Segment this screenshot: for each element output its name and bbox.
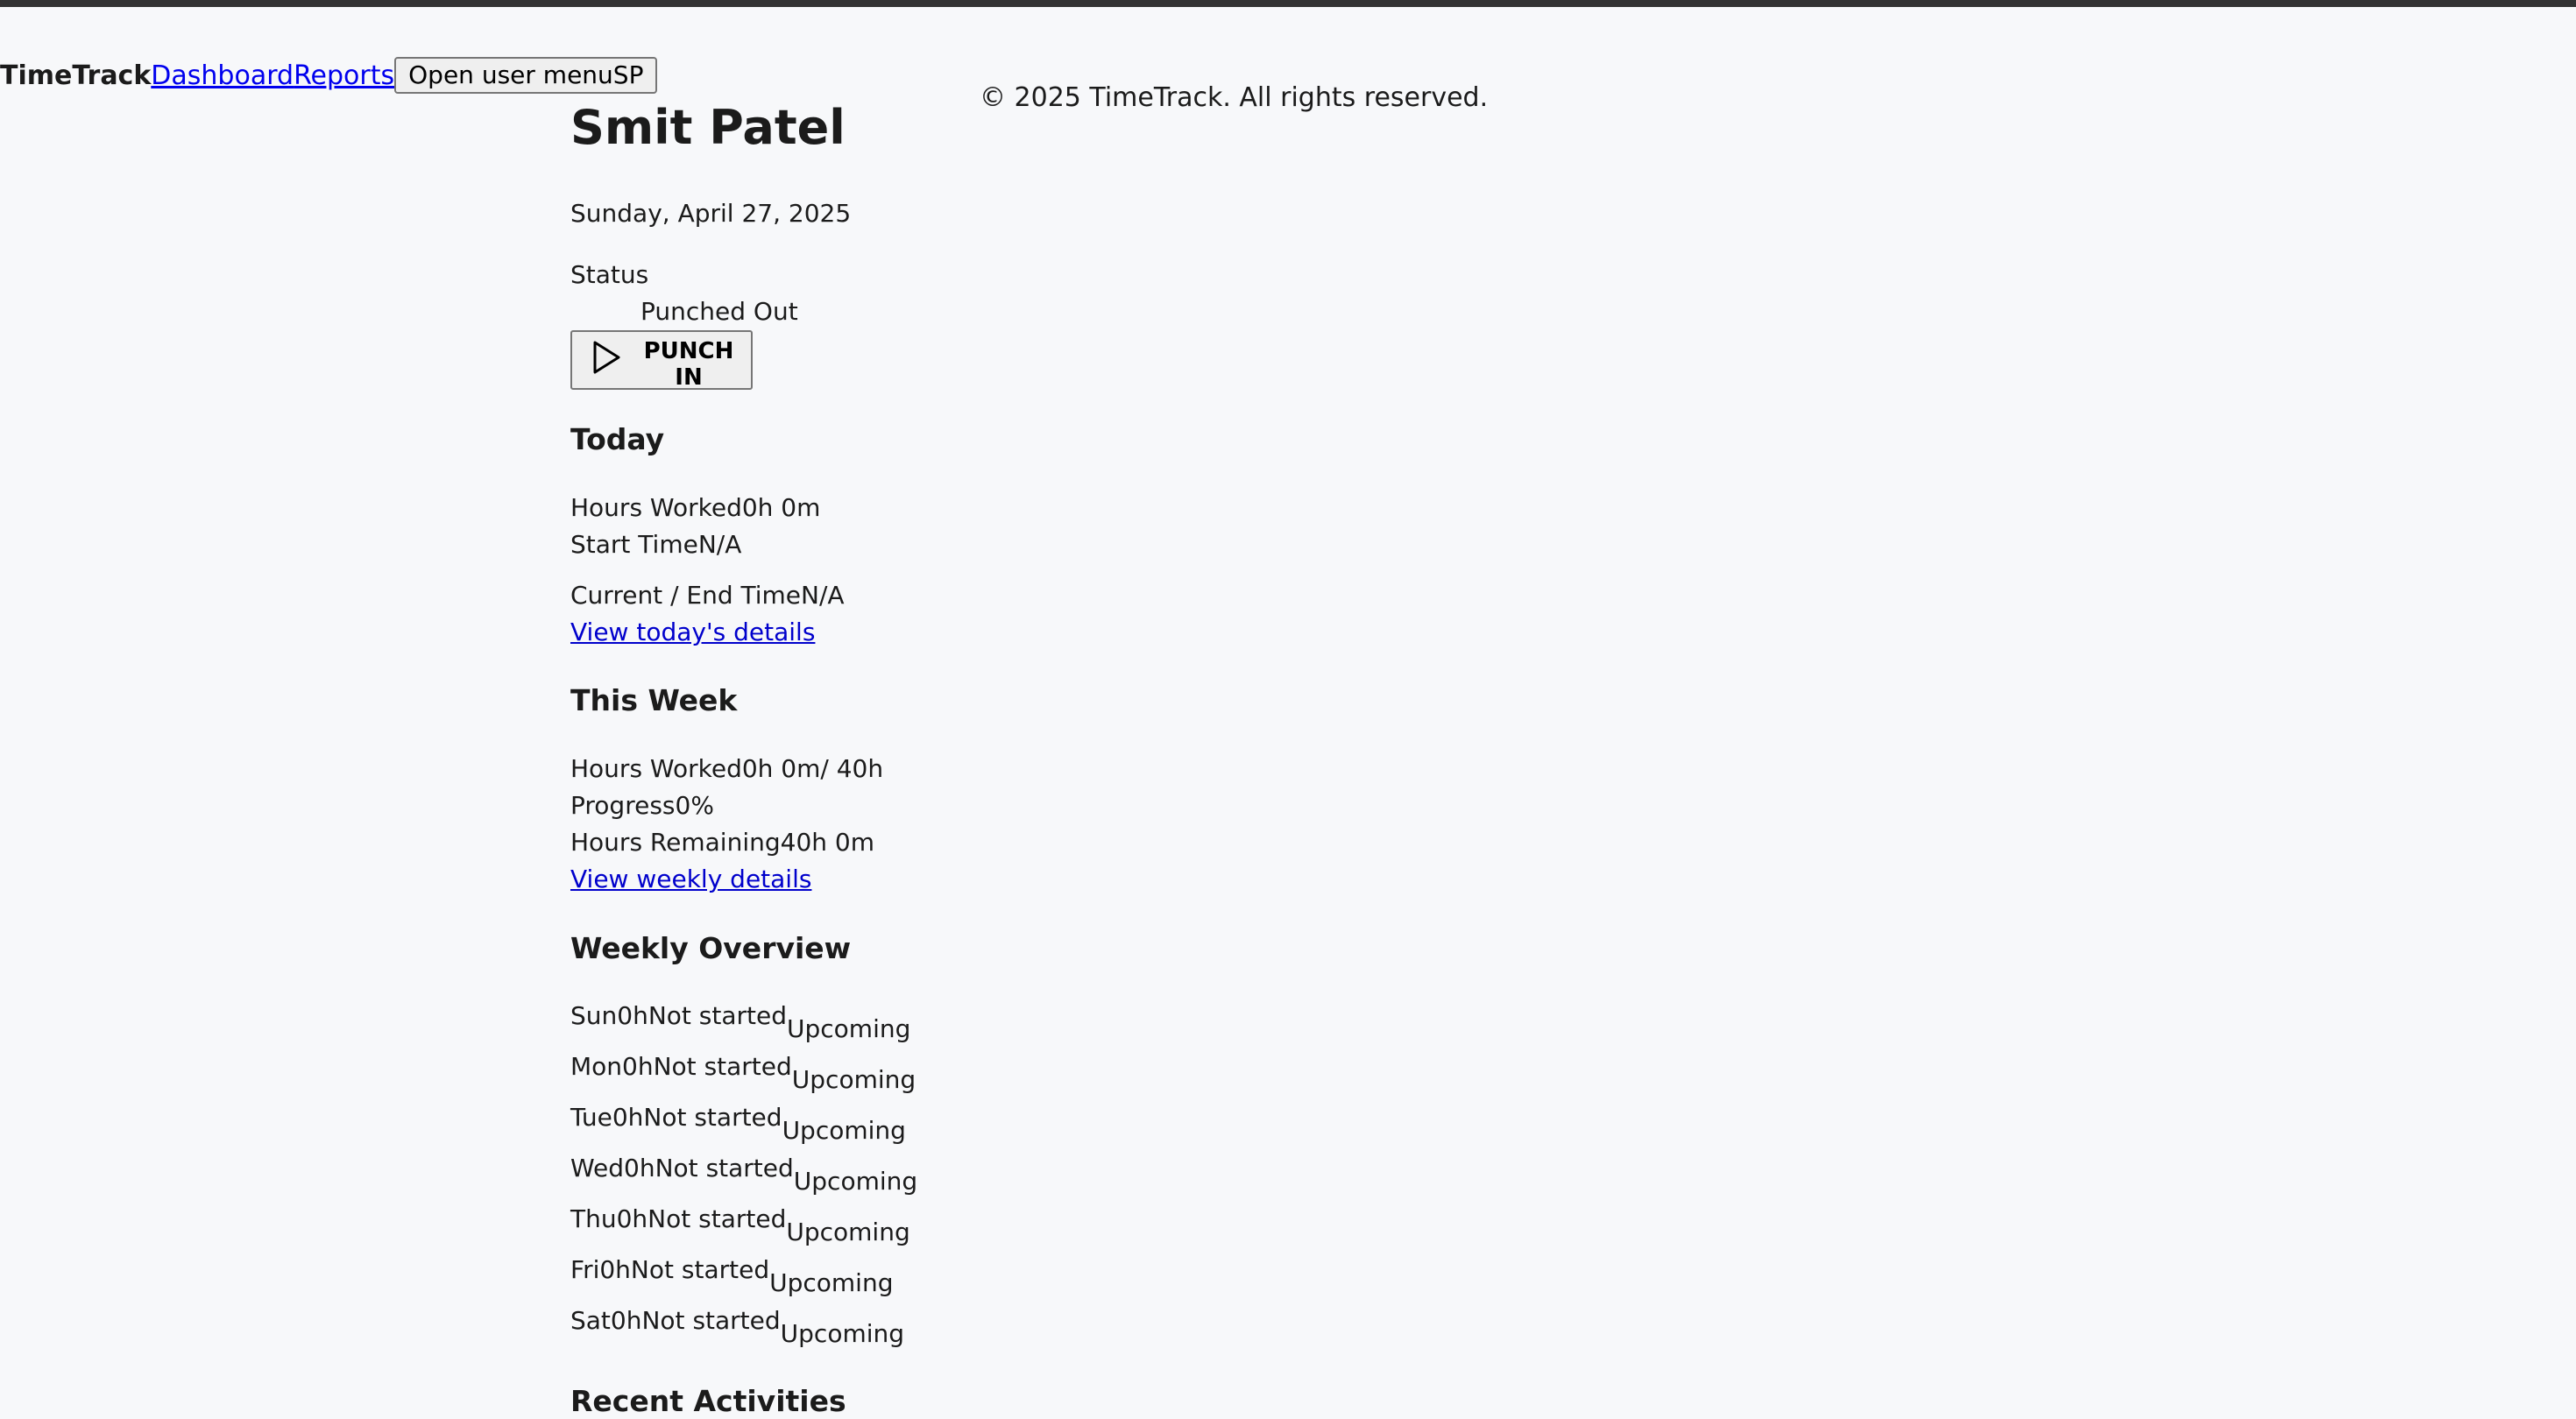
brand-logo[interactable]: TimeTrack	[0, 60, 151, 91]
weekly-overview-row: Sat0hNot startedUpcoming	[570, 1305, 904, 1348]
day-tag: Upcoming	[791, 1065, 916, 1094]
day-hours: 0h	[617, 1001, 648, 1030]
day-state: Not started	[653, 1052, 792, 1081]
day-name: Sat	[570, 1306, 611, 1335]
week-progress-label: Progress	[570, 791, 676, 820]
day-name: Mon	[570, 1052, 623, 1081]
day-state: Not started	[655, 1154, 794, 1182]
punch-in-button[interactable]: PUNCH IN	[570, 330, 753, 391]
weekly-overview-heading: Weekly Overview	[570, 931, 852, 965]
week-hours-worked: Hours Worked0h 0m/ 40h	[570, 753, 883, 785]
day-state: Not started	[648, 1204, 787, 1233]
nav-link-reports[interactable]: Reports	[294, 60, 394, 91]
day-state: Not started	[630, 1255, 770, 1284]
user-menu-label: Open user menu	[408, 60, 613, 89]
user-initials: SP	[612, 60, 644, 89]
day-hours: 0h	[599, 1255, 631, 1284]
week-hours-worked-label: Hours Worked	[570, 754, 742, 783]
day-tag: Upcoming	[786, 1218, 910, 1246]
view-today-details-link[interactable]: View today's details	[570, 617, 815, 648]
weekly-overview-row: Thu0hNot startedUpcoming	[570, 1204, 910, 1246]
user-name-heading: Smit Patel	[570, 100, 846, 155]
today-hours-worked: Hours Worked0h 0m	[570, 492, 820, 524]
today-end-time-label: Current / End Time	[570, 581, 802, 610]
weekly-overview-row: Fri0hNot startedUpcoming	[570, 1254, 893, 1297]
day-hours: 0h	[612, 1103, 644, 1132]
today-start-time: Start TimeN/A	[570, 529, 741, 561]
day-state: Not started	[643, 1103, 782, 1132]
day-state: Not started	[641, 1306, 781, 1335]
weekly-overview-row: Mon0hNot startedUpcoming	[570, 1051, 916, 1094]
status-value: Punched Out	[640, 297, 798, 326]
day-tag: Upcoming	[793, 1167, 918, 1196]
week-remaining-label: Hours Remaining	[570, 828, 781, 857]
day-tag: Upcoming	[769, 1268, 894, 1297]
punch-in-label: PUNCH IN	[643, 338, 734, 391]
this-week-heading: This Week	[570, 683, 738, 717]
top-nav: TimeTrack Dashboard Reports Open user me…	[0, 56, 658, 95]
day-hours: 0h	[616, 1204, 648, 1233]
day-state: Not started	[648, 1001, 787, 1030]
current-date: Sunday, April 27, 2025	[570, 199, 852, 228]
today-hours-worked-label: Hours Worked	[570, 493, 742, 522]
play-icon	[593, 341, 620, 374]
today-end-time: Current / End TimeN/A	[570, 580, 845, 611]
day-hours: 0h	[610, 1306, 642, 1335]
week-progress-value: 0%	[675, 791, 714, 820]
day-hours: 0h	[624, 1154, 655, 1182]
week-hours-worked-value: 0h 0m	[741, 754, 821, 783]
day-name: Tue	[570, 1103, 612, 1132]
day-name: Fri	[570, 1255, 600, 1284]
week-hours-target: / 40h	[820, 754, 884, 783]
status-label: Status	[570, 260, 649, 289]
week-remaining-value: 40h 0m	[780, 828, 874, 857]
today-end-time-value: N/A	[801, 581, 845, 610]
today-heading: Today	[570, 422, 665, 456]
top-border	[0, 0, 2576, 7]
day-name: Wed	[570, 1154, 625, 1182]
today-start-time-label: Start Time	[570, 530, 698, 559]
today-start-time-value: N/A	[697, 530, 742, 559]
recent-activities-heading: Recent Activities	[570, 1384, 846, 1418]
weekly-overview-row: Tue0hNot startedUpcoming	[570, 1102, 906, 1145]
nav-link-dashboard[interactable]: Dashboard	[151, 60, 294, 91]
day-hours: 0h	[622, 1052, 654, 1081]
day-tag: Upcoming	[780, 1319, 905, 1348]
weekly-overview-row: Sun0hNot startedUpcoming	[570, 1000, 910, 1043]
today-hours-worked-value: 0h 0m	[741, 493, 821, 522]
day-name: Thu	[570, 1204, 617, 1233]
view-weekly-details-link[interactable]: View weekly details	[570, 864, 811, 895]
week-progress: Progress0%	[570, 790, 714, 822]
user-menu-button[interactable]: Open user menuSP	[394, 57, 658, 94]
footer-copyright: © 2025 TimeTrack. All rights reserved.	[980, 82, 1489, 113]
week-hours-remaining: Hours Remaining40h 0m	[570, 827, 874, 858]
day-tag: Upcoming	[782, 1116, 906, 1145]
day-name: Sun	[570, 1001, 618, 1030]
day-tag: Upcoming	[787, 1014, 911, 1043]
weekly-overview-row: Wed0hNot startedUpcoming	[570, 1153, 917, 1196]
